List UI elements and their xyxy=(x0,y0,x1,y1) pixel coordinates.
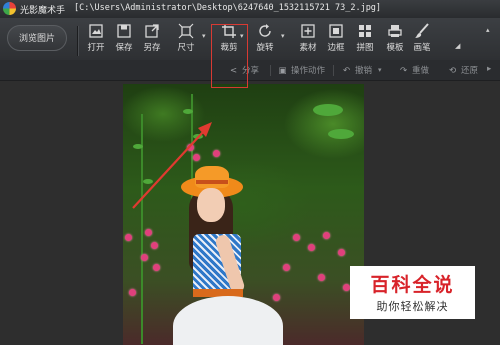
flower xyxy=(187,144,194,151)
flower xyxy=(338,249,345,256)
flower xyxy=(145,229,152,236)
flower xyxy=(343,284,350,291)
save-button[interactable]: 保存 xyxy=(110,22,138,56)
material-button[interactable]: 素材 xyxy=(294,22,322,56)
rotate-label: 旋转 xyxy=(256,43,274,53)
action-divider xyxy=(333,65,334,76)
toolbar-expand-icon[interactable]: ▴ xyxy=(486,26,490,34)
watermark-subtitle: 助你轻松解决 xyxy=(376,300,449,313)
save-as-button[interactable]: 另存 xyxy=(138,22,166,56)
batch-icon: ▣ xyxy=(278,66,287,76)
photo-preview[interactable] xyxy=(123,84,364,345)
leaf xyxy=(313,104,343,116)
open-button[interactable]: 打开 xyxy=(82,22,110,56)
batch-action-button[interactable]: ▣ 操作动作 xyxy=(277,64,325,76)
flower xyxy=(293,234,300,241)
hat-crown xyxy=(195,166,229,188)
rotate-icon xyxy=(259,24,271,37)
collage-icon xyxy=(359,25,371,37)
file-path: [C:\Users\Administrator\Desktop\6247640_… xyxy=(74,3,382,13)
brush-icon xyxy=(415,23,429,38)
resize-icon xyxy=(178,23,194,39)
undo-icon: ↶ xyxy=(342,66,351,76)
flower xyxy=(153,264,160,271)
flower xyxy=(323,232,330,239)
hat-band xyxy=(196,180,228,184)
leaf xyxy=(328,129,354,139)
flower xyxy=(273,294,280,301)
flower-stem xyxy=(141,114,143,344)
watermark-logo: 百科全说 助你轻松解决 xyxy=(350,266,475,319)
restore-icon: ⟲ xyxy=(448,66,457,76)
action-divider xyxy=(270,65,271,76)
flower xyxy=(129,289,136,296)
skirt xyxy=(173,296,283,345)
template-button[interactable]: 模板 xyxy=(381,22,409,56)
leaf xyxy=(143,179,153,184)
save-label: 保存 xyxy=(115,43,133,53)
browse-images-button[interactable]: 浏览图片 xyxy=(7,25,67,51)
title-bar: 光影魔术手 [C:\Users\Administrator\Desktop\62… xyxy=(0,0,500,19)
rotate-dropdown-icon[interactable]: ▾ xyxy=(281,32,285,40)
resize-label: 尺寸 xyxy=(177,43,195,53)
save-icon xyxy=(117,24,131,38)
open-label: 打开 xyxy=(87,43,105,53)
flower xyxy=(283,264,290,271)
restore-button[interactable]: ⟲ 还原 xyxy=(447,64,478,76)
collage-label: 拼图 xyxy=(356,43,374,53)
open-icon xyxy=(89,24,103,38)
face xyxy=(197,188,225,222)
flower xyxy=(318,274,325,281)
leaf xyxy=(183,109,193,114)
flower xyxy=(213,150,220,157)
border-icon xyxy=(329,24,343,38)
app-logo-icon xyxy=(3,2,16,15)
border-label: 边框 xyxy=(327,43,345,53)
material-icon xyxy=(301,24,315,38)
leaf xyxy=(133,144,143,149)
resize-button[interactable]: 尺寸 xyxy=(172,22,200,56)
redo-button[interactable]: ↷ 重做 xyxy=(398,64,429,76)
brush-button[interactable]: 画笔 xyxy=(408,22,436,56)
more-tools-icon[interactable]: ◢ xyxy=(455,42,460,50)
action-bar: < 分享 ▣ 操作动作 ↶ 撤销 ▾ ↷ 重做 ⟲ 还原 ▸ xyxy=(0,60,500,81)
template-label: 模板 xyxy=(386,43,404,53)
rotate-button[interactable]: 旋转 xyxy=(251,22,279,56)
leaf xyxy=(193,134,203,139)
main-toolbar: 浏览图片 打开 保存 另存 尺寸 ▾ 裁剪 ▾ 旋转 ▾ 素材 边框 拼图 模板 xyxy=(0,18,500,61)
undo-dropdown-icon[interactable]: ▾ xyxy=(378,66,382,74)
flower xyxy=(125,234,132,241)
crop-highlight-box xyxy=(211,24,248,88)
action-bar-more-icon[interactable]: ▸ xyxy=(487,64,491,74)
undo-button[interactable]: ↶ 撤销 xyxy=(341,64,372,76)
collage-button[interactable]: 拼图 xyxy=(351,22,379,56)
redo-icon: ↷ xyxy=(399,66,408,76)
flower xyxy=(308,244,315,251)
resize-dropdown-icon[interactable]: ▾ xyxy=(202,32,206,40)
flower xyxy=(193,154,200,161)
border-button[interactable]: 边框 xyxy=(322,22,350,56)
template-icon xyxy=(388,25,402,37)
brush-label: 画笔 xyxy=(413,43,431,53)
flower xyxy=(151,242,158,249)
watermark-title: 百科全说 xyxy=(370,274,455,296)
material-label: 素材 xyxy=(299,43,317,53)
save-as-icon xyxy=(145,24,159,38)
save-as-label: 另存 xyxy=(143,43,161,53)
app-title: 光影魔术手 xyxy=(20,6,66,16)
toolbar-divider xyxy=(77,26,79,56)
flower xyxy=(141,254,148,261)
